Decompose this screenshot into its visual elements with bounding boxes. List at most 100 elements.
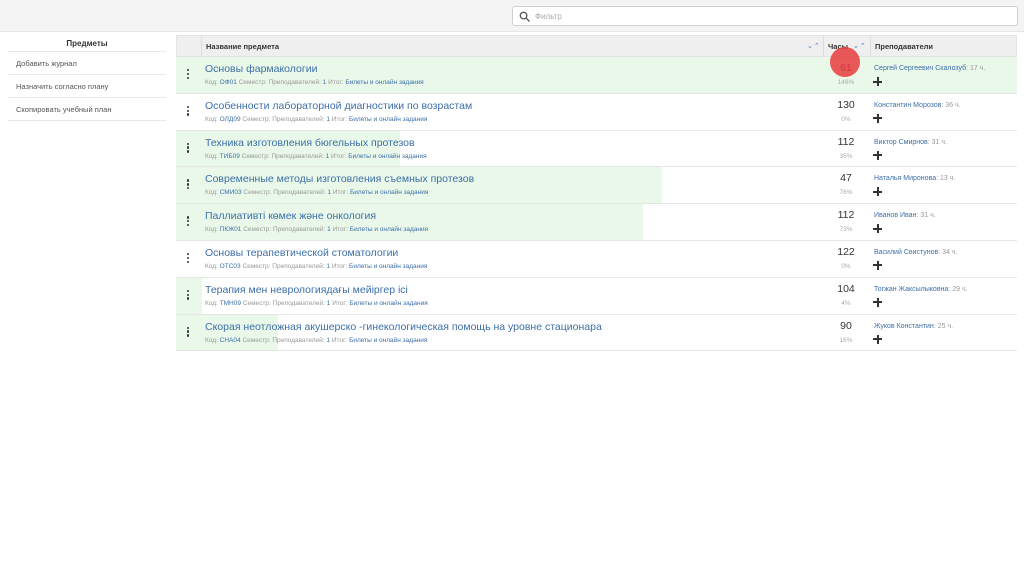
- table-row[interactable]: Современные методы изготовления съемных …: [176, 167, 1017, 205]
- teachers-label: Преподавателей:: [272, 262, 325, 270]
- teacher-hours: 17: [970, 65, 978, 72]
- subject-code[interactable]: ПКЖ01: [220, 226, 242, 233]
- plus-icon[interactable]: [873, 113, 882, 123]
- plus-icon[interactable]: [873, 187, 882, 197]
- subject-name[interactable]: Скорая неотложная акушерско -гинекологич…: [205, 321, 602, 333]
- hours-value: 130: [837, 98, 855, 111]
- teachers-count[interactable]: 1: [327, 300, 331, 307]
- semester-label: Семестр:: [241, 152, 270, 160]
- table-row[interactable]: Основы фармакологии Код: ОФ01 Семестр: Пр…: [176, 57, 1017, 94]
- plus-icon[interactable]: [873, 77, 882, 86]
- plus-icon[interactable]: [873, 224, 882, 234]
- teachers-count[interactable]: 1: [326, 337, 330, 344]
- result-type[interactable]: Билеты и онлайн задания: [349, 337, 427, 344]
- subject-name[interactable]: Особенности лабораторной диагностики по …: [205, 100, 472, 112]
- teacher-hours: 31: [920, 212, 929, 220]
- filter-search[interactable]: [512, 6, 1018, 26]
- sidebar-item-assign-by-plan[interactable]: Назначить согласно плану: [8, 75, 166, 98]
- subject-code[interactable]: СМИ03: [220, 189, 242, 196]
- teacher-name[interactable]: Тогжан Жаксылыковна: [874, 286, 948, 293]
- subject-name[interactable]: Основы фармакологии: [205, 63, 317, 75]
- filter-input[interactable]: [535, 8, 1005, 24]
- vertical-dots-icon[interactable]: [184, 142, 192, 155]
- result-type[interactable]: Билеты и онлайн задания: [349, 300, 427, 307]
- subject-code[interactable]: ОТС03: [220, 263, 241, 270]
- teachers-count[interactable]: 1: [326, 263, 330, 270]
- code-label: Код:: [205, 152, 218, 160]
- result-type[interactable]: Билеты и онлайн задания: [348, 153, 426, 160]
- vertical-dots-icon[interactable]: [184, 252, 192, 265]
- subject-code[interactable]: СНА04: [220, 337, 241, 344]
- vertical-dots-icon[interactable]: [184, 289, 192, 302]
- result-label: Итог:: [328, 79, 344, 86]
- result-type[interactable]: Билеты и онлайн задания: [345, 79, 423, 86]
- teacher-name[interactable]: Василий Свистунов: [874, 249, 938, 256]
- sidebar: Предметы Добавить журнал Назначить согла…: [8, 36, 166, 121]
- hours-suffix: ч.: [949, 175, 956, 183]
- teachers-label: Преподавателей:: [272, 336, 325, 344]
- vertical-dots-icon[interactable]: [184, 105, 192, 118]
- semester-label: Семестр:: [243, 189, 272, 197]
- vertical-dots-icon[interactable]: [184, 69, 192, 81]
- result-type[interactable]: Билеты и онлайн задания: [350, 189, 428, 196]
- column-header-teachers: Преподаватели: [875, 42, 933, 51]
- result-label: Итог:: [332, 189, 349, 197]
- teachers-count[interactable]: 1: [326, 116, 330, 123]
- teacher-entry: Жуков Константин: 25 ч.: [874, 322, 954, 330]
- subject-code[interactable]: ТИБ09: [220, 153, 240, 160]
- subject-code[interactable]: ОФ01: [220, 79, 237, 86]
- sidebar-item-add-journal[interactable]: Добавить журнал: [8, 52, 166, 75]
- result-label: Итог:: [332, 226, 348, 234]
- subject-name[interactable]: Основы терапевтической стоматологии: [205, 247, 398, 259]
- header-divider: [870, 36, 871, 57]
- subject-code[interactable]: ОЛД09: [220, 116, 241, 123]
- table-row[interactable]: Техника изготовления бюгельных протезов К…: [176, 130, 1017, 168]
- teachers-label: Преподавателей:: [268, 79, 321, 86]
- subject-name[interactable]: Техника изготовления бюгельных протезов: [205, 137, 415, 149]
- subject-meta: Код: ОЛД09 Семестр: Преподавателей: 1 Ит…: [205, 116, 427, 123]
- table-row[interactable]: Терапия мен неврологиядағы мейіргер ісі К…: [176, 277, 1017, 315]
- teachers-count[interactable]: 1: [326, 153, 330, 160]
- hours-value: 90: [840, 319, 852, 332]
- result-type[interactable]: Билеты и онлайн задания: [349, 116, 427, 123]
- teacher-entry: Виктор Смирнов: 31 ч.: [874, 138, 947, 146]
- teacher-entry: Наталья Миронова: 13 ч.: [874, 175, 956, 183]
- vertical-dots-icon[interactable]: [184, 179, 192, 191]
- subject-name[interactable]: Терапия мен неврологиядағы мейіргер ісі: [205, 284, 408, 296]
- hours-suffix: ч.: [979, 65, 986, 72]
- plus-icon[interactable]: [873, 297, 882, 307]
- subject-name[interactable]: Паллиативті көмек және онкология: [205, 210, 376, 222]
- result-type[interactable]: Билеты и онлайн задания: [350, 226, 428, 233]
- table-row[interactable]: Паллиативті көмек және онкология Код: ПКЖ…: [176, 204, 1017, 241]
- teacher-entry: Иванов Иван: 31 ч.: [874, 212, 936, 220]
- sort-name-icon[interactable]: ⌄⌃: [807, 36, 821, 57]
- result-type[interactable]: Билеты и онлайн задания: [349, 263, 427, 270]
- teacher-name[interactable]: Сергей Сергеевич Скалозуб: [874, 65, 966, 72]
- plus-icon[interactable]: [873, 334, 882, 344]
- teachers-count[interactable]: 1: [323, 79, 327, 86]
- table-row[interactable]: Основы терапевтической стоматологии Код: …: [176, 241, 1017, 278]
- teacher-name[interactable]: Иванов Иван: [874, 212, 916, 219]
- subject-name[interactable]: Современные методы изготовления съемных …: [205, 173, 474, 185]
- plus-icon[interactable]: [873, 260, 882, 270]
- plus-icon[interactable]: [873, 150, 882, 160]
- teacher-hours: 34: [942, 248, 950, 256]
- subject-code[interactable]: ТМН09: [220, 300, 241, 307]
- teacher-name[interactable]: Константин Морозов: [874, 102, 941, 109]
- hours-value: 112: [837, 209, 855, 222]
- vertical-dots-icon[interactable]: [184, 216, 192, 228]
- teacher-name[interactable]: Виктор Смирнов: [874, 139, 928, 146]
- progress-percent: 16%: [839, 336, 853, 344]
- table-row[interactable]: Особенности лабораторной диагностики по …: [176, 94, 1017, 131]
- column-header-name[interactable]: Название предмета: [206, 36, 279, 57]
- teachers-count[interactable]: 1: [327, 189, 331, 196]
- sidebar-item-copy-plan[interactable]: Скопировать учебный план: [8, 98, 166, 121]
- table-row[interactable]: Скорая неотложная акушерско -гинекологич…: [176, 314, 1017, 352]
- teacher-name[interactable]: Наталья Миронова: [874, 175, 936, 182]
- click-indicator: [830, 47, 860, 77]
- progress-percent: 0%: [841, 262, 851, 270]
- teachers-count[interactable]: 1: [327, 226, 331, 233]
- vertical-dots-icon[interactable]: [184, 326, 192, 339]
- subject-meta: Код: ОФ01 Семестр: Преподавателей: 1 Ито…: [205, 79, 424, 86]
- teacher-name[interactable]: Жуков Константин: [874, 323, 934, 330]
